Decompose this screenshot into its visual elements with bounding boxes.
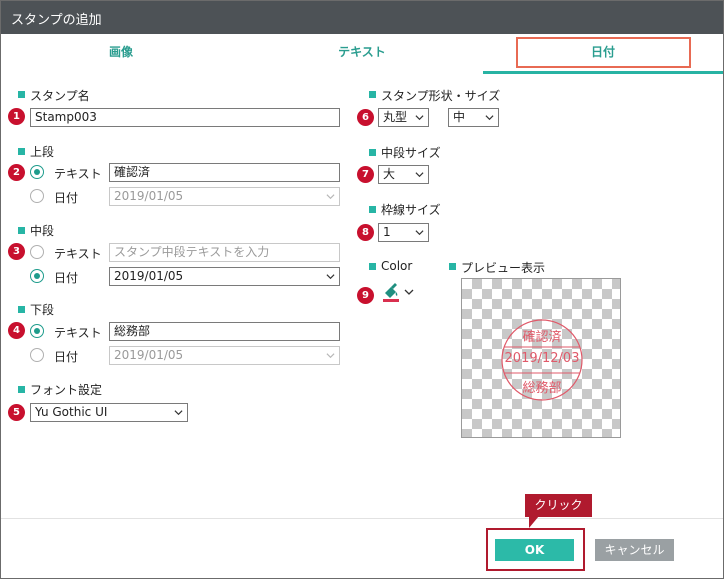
section-marker [369,149,376,156]
upper-date-radio[interactable] [30,189,44,203]
chevron-down-icon [415,115,424,121]
shape-value: 丸型 [383,110,408,124]
preview-label: プレビュー表示 [461,261,546,275]
chevron-down-icon [326,274,335,280]
middle-date-radio[interactable] [30,269,44,283]
step-badge-2: 2 [8,164,25,181]
section-marker [369,91,376,98]
lower-date-option-label: 日付 [54,350,79,364]
dialog-title: スタンプの追加 [11,13,102,28]
step-badge-7: 7 [357,166,374,183]
step-badge-4: 4 [8,322,25,339]
stamp-name-input[interactable]: Stamp003 [30,108,340,127]
step-badge-9: 9 [357,287,374,304]
footer-divider [1,518,723,519]
upper-date-option-label: 日付 [54,191,79,205]
font-select[interactable]: Yu Gothic UI [30,403,188,422]
middle-size-value: 大 [383,167,396,181]
color-picker-button[interactable] [381,281,417,303]
section-marker [18,91,25,98]
middle-date-value: 2019/01/05 [114,269,184,283]
stamp-top-text: 確認済 [522,330,562,345]
color-label: Color [381,259,413,273]
chevron-down-icon [415,172,424,178]
step-badge-5: 5 [8,404,25,421]
section-marker [369,263,376,270]
step-badge-1: 1 [8,108,25,125]
lower-date-select[interactable]: 2019/01/05 [109,346,340,365]
size-select[interactable]: 中 [448,108,499,127]
middle-text-option-label: テキスト [54,247,102,261]
shape-select[interactable]: 丸型 [378,108,429,127]
lower-date-value: 2019/01/05 [114,348,184,362]
stamp-middle-text: 2019/12/03 [504,351,580,366]
chevron-down-icon [326,353,335,359]
font-settings-label: フォント設定 [30,383,103,397]
middle-text-input[interactable]: スタンプ中段テキストを入力 [109,243,340,262]
lower-text-option-label: テキスト [54,326,102,340]
stamp-bottom-text: 総務部 [522,381,562,396]
section-marker [18,386,25,393]
cancel-button[interactable]: キャンセル [595,539,674,561]
border-size-label: 枠線サイズ [381,203,441,217]
upper-date-select[interactable]: 2019/01/05 [109,187,340,206]
section-marker [18,148,25,155]
upper-section-label: 上段 [30,145,55,159]
click-callout-tail [529,516,539,528]
size-value: 中 [453,110,466,124]
upper-date-value: 2019/01/05 [114,189,184,203]
tab-text[interactable]: テキスト [242,34,482,72]
shape-size-label: スタンプ形状・サイズ [381,89,501,103]
section-marker [369,206,376,213]
section-marker [18,306,25,313]
lower-date-radio[interactable] [30,348,44,362]
middle-text-radio[interactable] [30,245,44,259]
upper-text-radio[interactable] [30,165,44,179]
middle-size-select[interactable]: 大 [378,165,429,184]
stamp-name-label: スタンプ名 [30,89,90,103]
tab-date-highlight [516,37,691,68]
lower-text-input[interactable]: 総務部 [109,322,340,341]
tab-image[interactable]: 画像 [1,34,241,72]
lower-section-label: 下段 [30,303,55,317]
upper-text-input[interactable]: 確認済 [109,163,340,182]
add-stamp-dialog: スタンプの追加 画像 テキスト 日付 スタンプ名 1 Stamp003 上段 2… [0,0,724,579]
chevron-down-icon [174,410,183,416]
border-size-select[interactable]: 1 [378,223,429,242]
chevron-down-icon [485,115,494,121]
title-bar: スタンプの追加 [1,1,723,34]
middle-date-option-label: 日付 [54,271,79,285]
lower-text-radio[interactable] [30,324,44,338]
step-badge-3: 3 [8,243,25,260]
middle-date-select[interactable]: 2019/01/05 [109,267,340,286]
section-marker [449,263,456,270]
ok-button[interactable]: OK [495,539,574,561]
chevron-down-icon [326,194,335,200]
stamp-preview: 確認済 2019/12/03 総務部 [461,278,621,438]
click-callout: クリック [525,494,592,517]
section-marker [18,227,25,234]
chevron-down-icon [415,230,424,236]
step-badge-6: 6 [357,109,374,126]
upper-text-option-label: テキスト [54,167,102,181]
active-tab-indicator [483,71,723,74]
paint-bucket-icon [383,283,414,302]
font-value: Yu Gothic UI [35,405,108,419]
step-badge-8: 8 [357,224,374,241]
middle-size-label: 中段サイズ [381,146,441,160]
border-size-value: 1 [383,225,391,239]
middle-section-label: 中段 [30,224,55,238]
